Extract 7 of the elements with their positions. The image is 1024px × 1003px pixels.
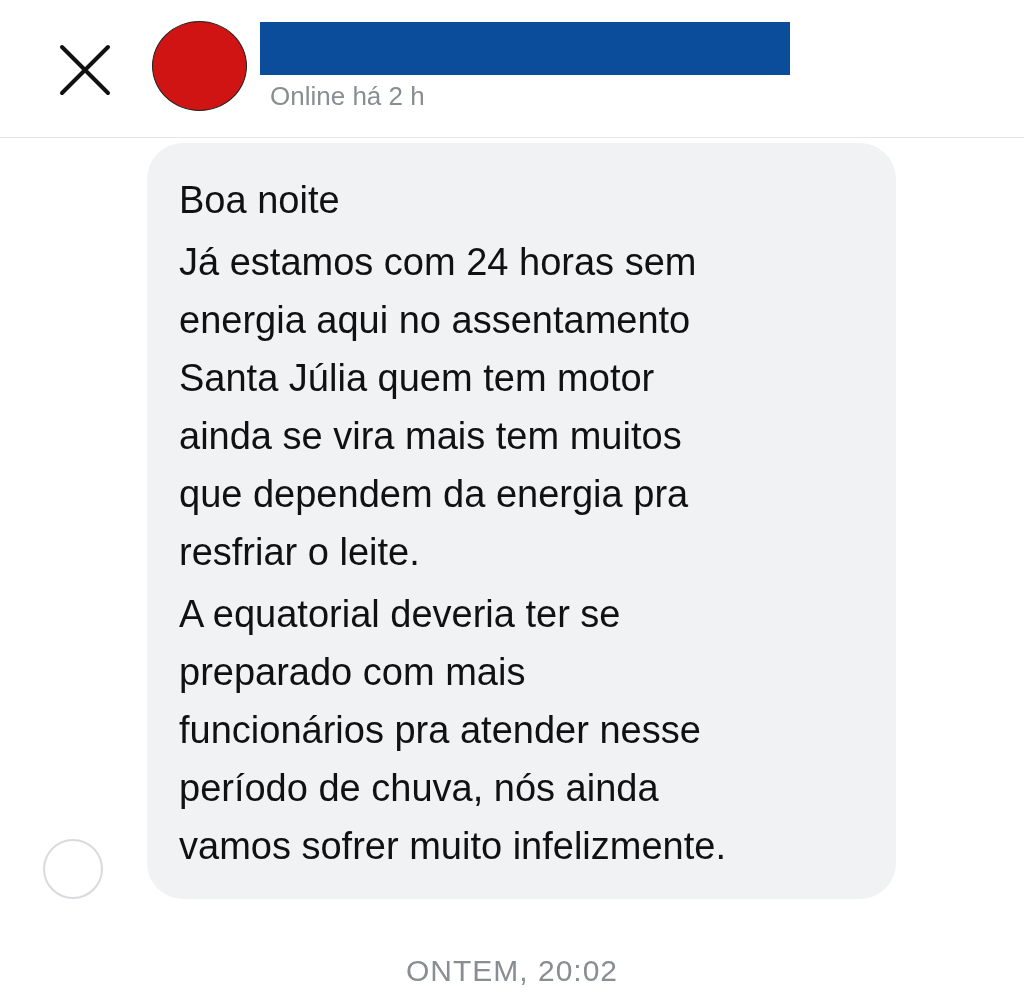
message-text: Boa noite xyxy=(179,178,341,223)
message-text: Já estamos com 24 horas sem energia aqui no assentamento Santa Júlia quem tem motor ainda se vira mais tem muitos que dependem da energia pra resfriar o leite. xyxy=(179,240,698,575)
timestamp: ONTEM, 20:02 xyxy=(405,954,619,988)
avatar-placeholder xyxy=(43,839,103,899)
message-text: A equatorial deveria ter se preparado com mais funcionários pra atender nesse período de chuva, nós ainda vamos sofrer muito infelizmente. xyxy=(179,592,727,869)
close-icon[interactable] xyxy=(59,44,111,96)
online-status: Online há 2 h xyxy=(270,81,426,112)
